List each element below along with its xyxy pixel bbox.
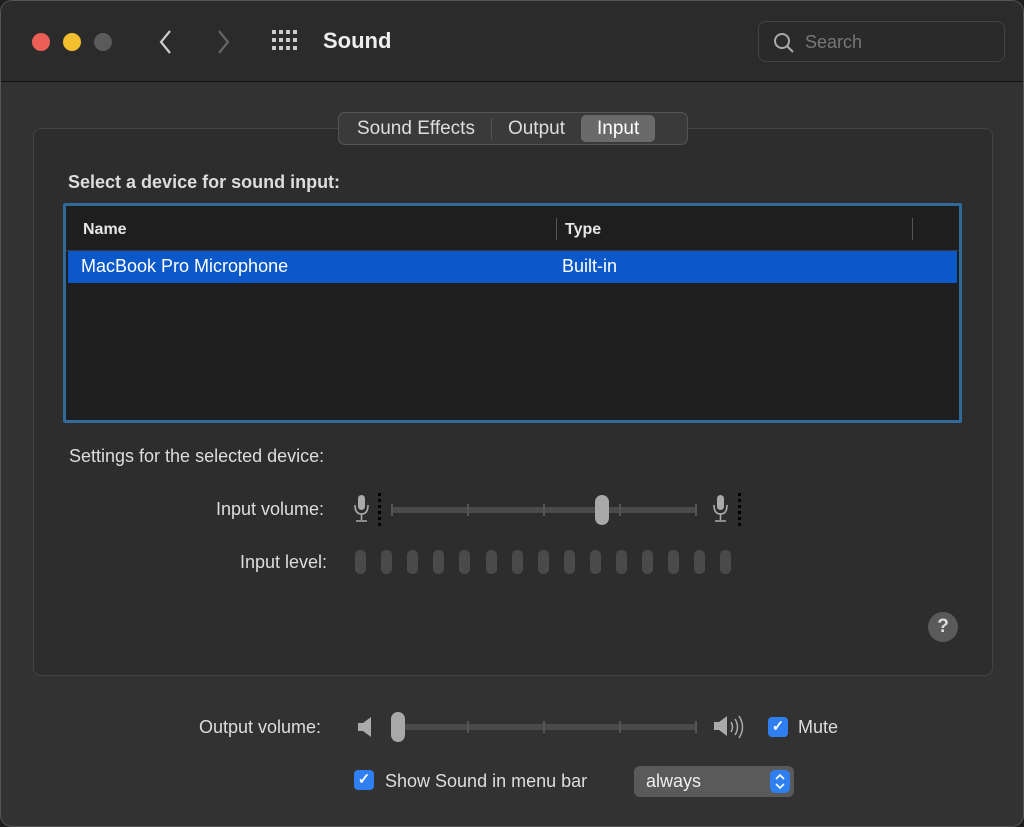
mute-label: Mute	[798, 717, 839, 737]
tab-input[interactable]: Input	[581, 115, 656, 142]
input-level-segment	[616, 550, 627, 574]
input-level-segment	[355, 550, 366, 574]
titlebar: Sound Search	[1, 1, 1023, 82]
input-level-segment	[511, 550, 523, 574]
column-name[interactable]: Name	[83, 221, 127, 239]
output-volume-slider[interactable]	[391, 712, 697, 742]
window-title: Sound	[323, 28, 392, 53]
device-name: MacBook Pro Microphone	[81, 256, 289, 276]
help-button[interactable]: ?	[928, 612, 958, 642]
table-row[interactable]: MacBook Pro Microphone Built-in	[68, 251, 957, 283]
tab-bar: Sound Effects Output Input	[338, 112, 688, 145]
forward-chevron-icon[interactable]	[213, 29, 233, 55]
slider-tick	[467, 504, 469, 516]
input-level-segment	[694, 550, 706, 574]
menu-bar-select-value: always	[646, 771, 702, 791]
slider-tick	[543, 721, 545, 733]
slider-tick	[391, 504, 393, 516]
input-level-segment	[589, 550, 601, 574]
table-header: Name Type	[66, 206, 959, 251]
input-level-segment	[485, 550, 497, 574]
settings-label: Settings for the selected device:	[69, 446, 325, 466]
column-type[interactable]: Type	[565, 221, 601, 239]
slider-thumb[interactable]	[595, 495, 610, 525]
output-volume-label: Output volume:	[199, 717, 322, 737]
mute-checkbox[interactable]: ✓	[768, 717, 788, 737]
speaker-low-icon	[358, 717, 371, 737]
slider-tick	[695, 721, 697, 733]
input-level-segment	[433, 550, 445, 574]
slider-thumb[interactable]	[391, 712, 405, 742]
device-table[interactable]: Name Type MacBook Pro Microphone Built-i…	[63, 203, 962, 423]
input-level-segment	[537, 550, 549, 574]
tab-sound-effects[interactable]: Sound Effects	[341, 115, 491, 142]
microphone-high-icon	[713, 493, 741, 526]
show-in-menu-bar-label: Show Sound in menu bar	[385, 771, 588, 791]
slider-tick	[619, 721, 621, 733]
zoom-button[interactable]	[94, 33, 112, 51]
speaker-high-icon	[714, 715, 744, 739]
input-level-segment	[642, 550, 654, 574]
search-input[interactable]: Search	[758, 21, 1005, 62]
search-placeholder: Search	[805, 32, 863, 52]
input-volume-slider[interactable]	[391, 495, 697, 525]
slider-tick	[467, 721, 469, 733]
minimize-button[interactable]	[63, 33, 81, 51]
input-level-segment	[381, 550, 393, 574]
input-volume-label: Input volume:	[216, 499, 325, 519]
device-type: Built-in	[562, 256, 618, 276]
input-level-segment	[720, 550, 732, 574]
sound-window: Sound Search Sound Effects Output Input …	[0, 0, 1024, 827]
back-chevron-icon[interactable]	[156, 29, 176, 55]
show-in-menu-bar-checkbox[interactable]: ✓	[354, 770, 374, 790]
slider-tick	[695, 504, 697, 516]
chevron-up-down-icon	[770, 770, 790, 793]
slider-tick	[619, 504, 621, 516]
input-level-label: Input level:	[240, 552, 328, 572]
input-level-segment	[668, 550, 680, 574]
grid-icon[interactable]	[272, 30, 300, 52]
input-level-segment	[407, 550, 419, 574]
input-level-segment	[459, 550, 471, 574]
device-heading: Select a device for sound input:	[68, 172, 341, 192]
slider-tick	[543, 504, 545, 516]
tab-output[interactable]: Output	[492, 115, 581, 142]
close-button[interactable]	[32, 33, 50, 51]
input-level-segment	[563, 550, 575, 574]
search-icon	[774, 33, 794, 53]
microphone-low-icon	[354, 493, 381, 526]
menu-bar-select[interactable]: always	[634, 766, 794, 797]
